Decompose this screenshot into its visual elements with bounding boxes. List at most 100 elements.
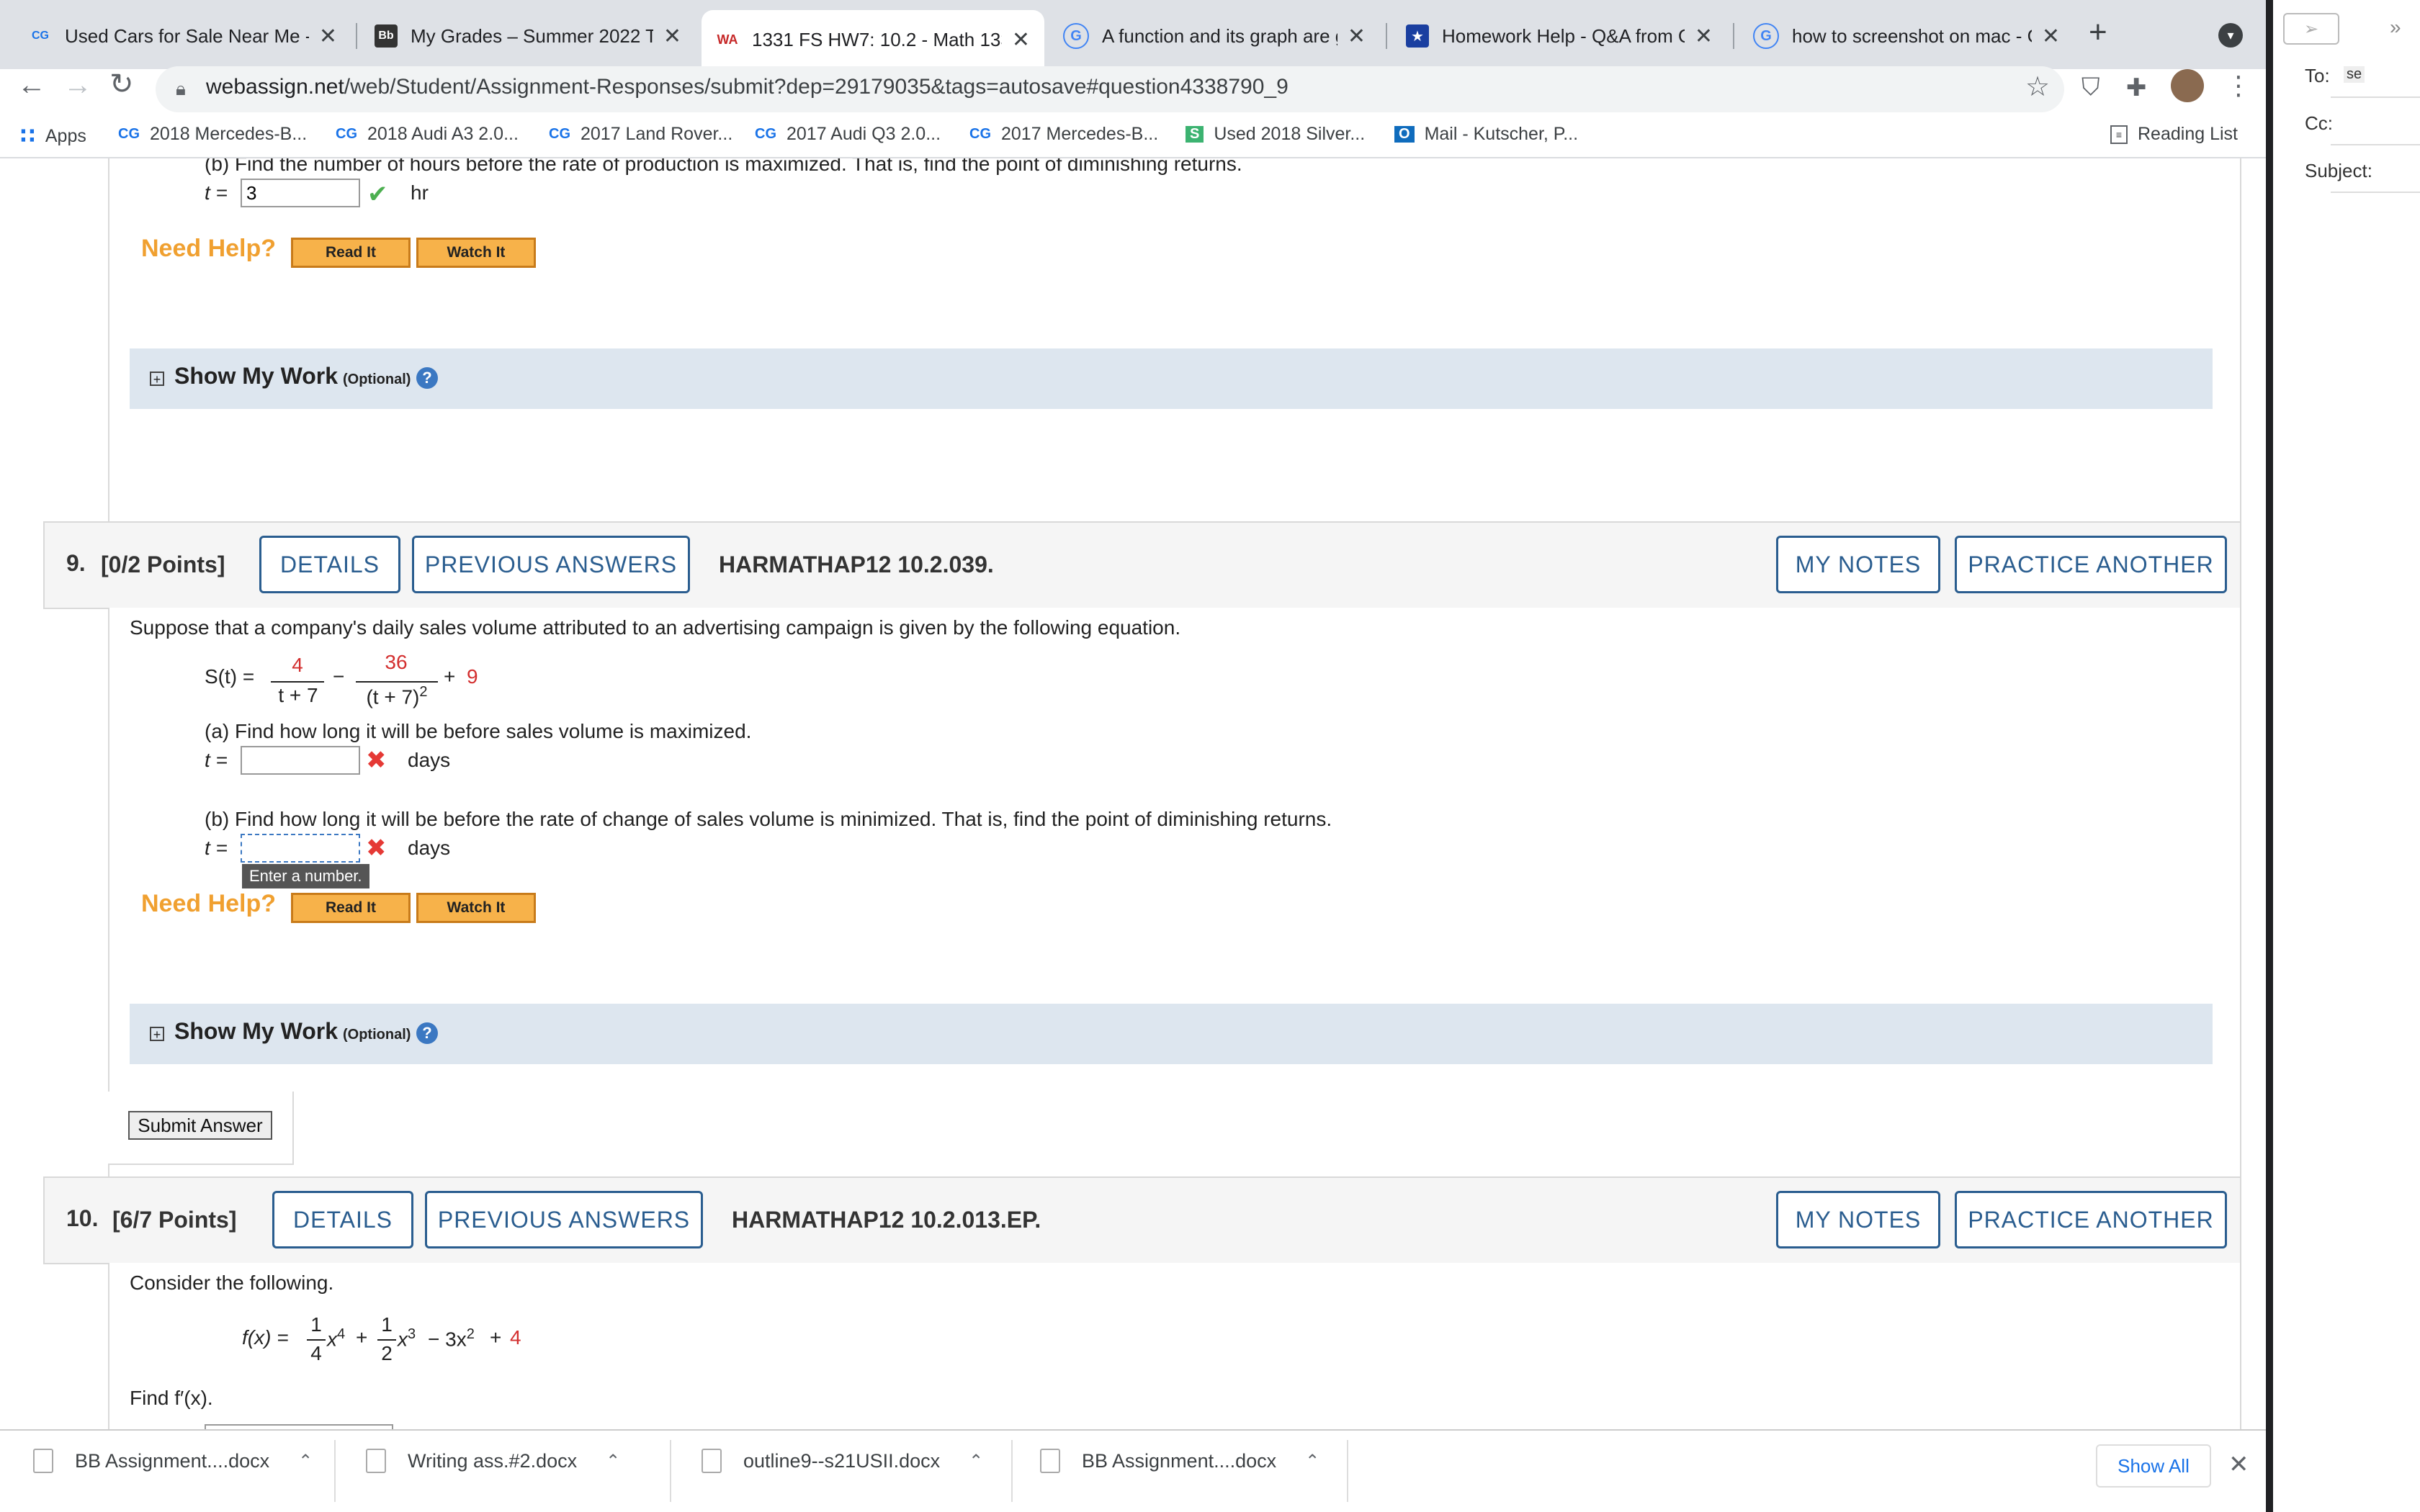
reading-list[interactable]: ≡ Reading List [2110, 124, 2238, 145]
show-my-work-bar[interactable] [130, 348, 2213, 409]
show-my-work-label[interactable]: Show My Work [174, 1018, 338, 1045]
show-my-work-bar[interactable] [130, 1004, 2213, 1064]
tab-google-function[interactable]: G A function and its graph are gi ✕ [1049, 10, 1380, 62]
q9a-answer-input[interactable] [241, 746, 360, 775]
bookmark-item[interactable]: CG 2018 Audi A3 2.0... [336, 124, 519, 145]
close-icon[interactable]: ✕ [1012, 27, 1030, 53]
help-question-icon[interactable]: ? [416, 1022, 438, 1044]
tab-search-chevron-icon[interactable]: ▾ [2218, 23, 2243, 48]
q10-find: Find f′(x). [130, 1387, 213, 1409]
download-filename: BB Assignment....docx [1082, 1449, 1277, 1472]
q9-unit: days [408, 749, 451, 771]
tab-google-screenshot[interactable]: G how to screenshot on mac - Go ✕ [1739, 10, 2074, 62]
chevron-up-icon[interactable]: ⌃ [606, 1451, 620, 1472]
close-icon[interactable]: ✕ [319, 24, 337, 49]
expand-plus-icon[interactable]: + [150, 1027, 164, 1041]
bookmark-label: 2018 Mercedes-B... [150, 124, 308, 144]
q10-practice-another-button[interactable]: PRACTICE ANOTHER [1955, 1191, 2227, 1248]
q10-f1-num: 1 [310, 1313, 322, 1336]
reload-icon[interactable]: ↻ [109, 68, 134, 101]
tab-homework-help[interactable]: ★ Homework Help - Q&A from Or ✕ [1392, 10, 1727, 62]
q10-term4: + [490, 1326, 502, 1349]
download-item[interactable]: BB Assignment....docx ⌃ [33, 1449, 313, 1473]
url-text[interactable]: webassign.net/web/Student/Assignment-Res… [206, 75, 1289, 99]
show-all-button[interactable]: Show All [2096, 1444, 2211, 1488]
bookmark-item[interactable]: CG 2017 Mercedes-B... [969, 124, 1158, 145]
tab-my-grades[interactable]: Bb My Grades – Summer 2022 TT ✕ [360, 10, 696, 62]
q10-term2: x3 [398, 1326, 416, 1351]
download-item[interactable]: outline9--s21USII.docx ⌃ [702, 1449, 983, 1473]
bookmark-item[interactable]: CG 2017 Land Rover... [549, 124, 732, 145]
watch-it-button[interactable]: Watch It [416, 893, 536, 923]
q9-part-b-text: (b) Find how long it will be before the … [205, 808, 1332, 830]
tab-label: Homework Help - Q&A from Or [1442, 24, 1685, 47]
need-help-label: Need Help? [141, 235, 277, 262]
submit-answer-button[interactable]: Submit Answer [128, 1111, 272, 1140]
help-question-icon[interactable]: ? [416, 367, 438, 389]
bookmark-label: 2017 Land Rover... [581, 124, 733, 144]
q10-answer-input[interactable] [205, 1424, 393, 1429]
puzzle-extensions-icon[interactable]: ✚ [2126, 73, 2147, 102]
new-tab-plus-icon[interactable]: + [2089, 14, 2107, 50]
q10-plus: + [356, 1326, 368, 1349]
kebab-menu-icon[interactable]: ⋮ [2226, 71, 2251, 101]
send-paper-plane-icon[interactable]: ➢ [2283, 13, 2339, 45]
q8-unit: hr [411, 181, 429, 204]
bookmark-star-icon[interactable]: ☆ [2025, 71, 2050, 103]
close-icon[interactable]: ✕ [2042, 24, 2060, 49]
tab-used-cars[interactable]: CG Used Cars for Sale Near Me - C ✕ [14, 10, 351, 62]
document-icon [366, 1449, 386, 1473]
show-my-work-label[interactable]: Show My Work [174, 363, 338, 390]
q9b-answer-input[interactable] [241, 834, 360, 863]
q9-reference: HARMATHAP12 10.2.039. [719, 552, 994, 577]
url-path: /web/Student/Assignment-Responses/submit… [344, 75, 1289, 99]
q9-eq-lhs: S(t) = [205, 665, 255, 688]
chevron-up-icon[interactable]: ⌃ [1305, 1451, 1319, 1472]
close-icon[interactable]: ✕ [2228, 1450, 2249, 1479]
mail-to-field[interactable]: se [2344, 66, 2365, 83]
divider [2331, 96, 2420, 98]
back-arrow-icon[interactable]: ← [17, 69, 46, 102]
download-item[interactable]: Writing ass.#2.docx ⌃ [366, 1449, 620, 1473]
shield-extension-icon[interactable]: ⛉ [2081, 73, 2100, 102]
read-it-button[interactable]: Read It [291, 238, 411, 268]
q9-details-button[interactable]: DETAILS [259, 536, 400, 593]
download-item[interactable]: BB Assignment....docx ⌃ [1040, 1449, 1319, 1473]
q9-previous-answers-button[interactable]: PREVIOUS ANSWERS [412, 536, 690, 593]
bookmark-item[interactable]: O Mail - Kutscher, P... [1394, 124, 1578, 145]
q10-f1-den: 4 [310, 1342, 322, 1364]
q10-eq-lhs: f(x) = [242, 1326, 289, 1349]
chevron-up-icon[interactable]: ⌃ [298, 1451, 313, 1472]
read-it-button[interactable]: Read It [291, 893, 411, 923]
close-icon[interactable]: ✕ [1695, 24, 1713, 49]
bookmark-item[interactable]: S Used 2018 Silver... [1186, 124, 1365, 145]
q9-eq-minus: − [333, 665, 345, 688]
cargurus-icon: CG [336, 126, 357, 142]
expand-chevron-icon[interactable]: » [2390, 16, 2401, 39]
divider [1347, 1440, 1348, 1502]
q10-previous-answers-button[interactable]: PREVIOUS ANSWERS [425, 1191, 703, 1248]
tab-webassign-active[interactable]: WA 1331 FS HW7: 10.2 - Math 1331 ✕ [702, 10, 1044, 69]
expand-plus-icon[interactable]: + [150, 372, 164, 386]
q9-practice-another-button[interactable]: PRACTICE ANOTHER [1955, 536, 2227, 593]
tab-label: 1331 FS HW7: 10.2 - Math 1331 [752, 28, 1002, 50]
bookmark-label: Mail - Kutscher, P... [1424, 124, 1579, 144]
q10-my-notes-button[interactable]: MY NOTES [1776, 1191, 1940, 1248]
q9-eq-plus: + [444, 665, 456, 688]
bookmark-item[interactable]: CG 2018 Mercedes-B... [118, 124, 307, 145]
close-icon[interactable]: ✕ [663, 24, 681, 49]
q9-prompt: Suppose that a company's daily sales vol… [130, 616, 1181, 639]
bookmark-apps[interactable]: ∷ Apps [20, 124, 86, 149]
download-filename: outline9--s21USII.docx [743, 1449, 941, 1472]
close-icon[interactable]: ✕ [1348, 24, 1366, 49]
profile-avatar[interactable] [2171, 69, 2204, 102]
bookmark-item[interactable]: CG 2017 Audi Q3 2.0... [755, 124, 941, 145]
q9-eq-den1-text: t + 7 [278, 684, 318, 706]
chevron-up-icon[interactable]: ⌃ [969, 1451, 983, 1472]
watch-it-button[interactable]: Watch It [416, 238, 536, 268]
lock-icon[interactable]: 🔒︎ [176, 78, 186, 101]
q8-answer-input[interactable] [241, 179, 360, 207]
forward-arrow-icon[interactable]: → [63, 69, 92, 102]
q9-my-notes-button[interactable]: MY NOTES [1776, 536, 1940, 593]
q10-details-button[interactable]: DETAILS [272, 1191, 413, 1248]
